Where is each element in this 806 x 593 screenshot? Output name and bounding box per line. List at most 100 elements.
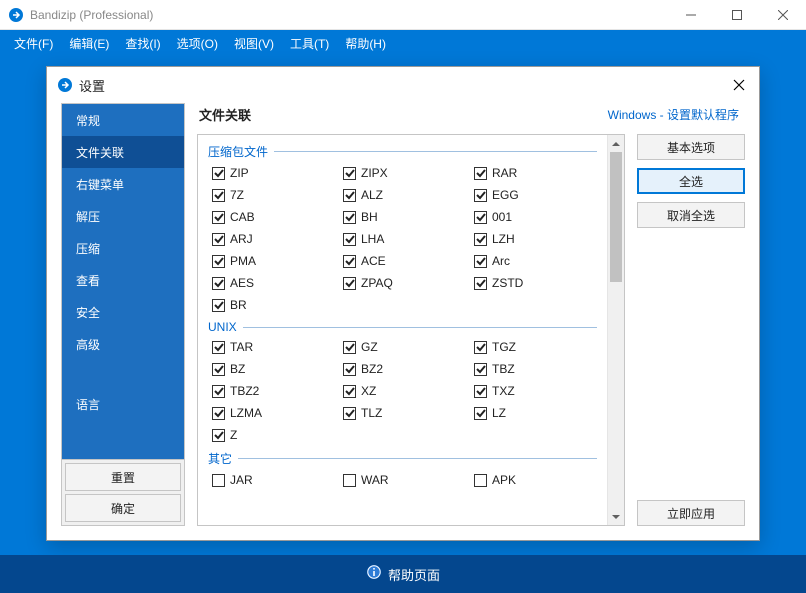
file-type-checkbox[interactable]: ARJ (212, 230, 335, 248)
checkbox-icon (212, 385, 225, 398)
menu-item[interactable]: 文件(F) (6, 31, 61, 56)
info-icon (366, 564, 382, 585)
checkbox-icon (212, 363, 225, 376)
file-type-checkbox[interactable]: BR (212, 296, 335, 314)
file-type-checkbox[interactable]: BZ (212, 360, 335, 378)
file-type-checkbox[interactable]: EGG (474, 186, 597, 204)
checkbox-label: ZPAQ (361, 276, 393, 290)
file-type-checkbox[interactable]: ZIPX (343, 164, 466, 182)
sidebar-item[interactable]: 文件关联 (62, 136, 184, 168)
scrollbar[interactable] (607, 135, 624, 525)
menu-item[interactable]: 查找(I) (117, 31, 168, 56)
group-label: 其它 (208, 450, 597, 467)
checkbox-icon (474, 167, 487, 180)
scroll-down-icon[interactable] (608, 508, 624, 525)
checkbox-icon (474, 189, 487, 202)
apply-now-button[interactable]: 立即应用 (637, 500, 745, 526)
ok-button[interactable]: 确定 (65, 494, 181, 522)
sidebar-item[interactable]: 压缩 (62, 232, 184, 264)
file-type-checkbox[interactable]: 7Z (212, 186, 335, 204)
checkbox-label: BH (361, 210, 378, 224)
file-type-checkbox[interactable]: PMA (212, 252, 335, 270)
checkbox-icon (474, 407, 487, 420)
file-type-checkbox[interactable]: AES (212, 274, 335, 292)
checkbox-icon (212, 341, 225, 354)
deselect-all-button[interactable]: 取消全选 (637, 202, 745, 228)
checkbox-icon (343, 363, 356, 376)
sidebar-item[interactable]: 右键菜单 (62, 168, 184, 200)
checkbox-icon (212, 299, 225, 312)
checkbox-icon (343, 341, 356, 354)
file-type-checkbox[interactable]: JAR (212, 471, 335, 489)
checkbox-icon (212, 167, 225, 180)
checkbox-icon (212, 429, 225, 442)
menu-item[interactable]: 编辑(E) (61, 31, 117, 56)
checkbox-label: ALZ (361, 188, 383, 202)
dialog-close-button[interactable] (729, 75, 749, 95)
file-type-checkbox[interactable]: XZ (343, 382, 466, 400)
file-type-checkbox[interactable]: ACE (343, 252, 466, 270)
file-type-checkbox[interactable]: TAR (212, 338, 335, 356)
checkbox-icon (474, 363, 487, 376)
menu-item[interactable]: 帮助(H) (337, 31, 394, 56)
scroll-thumb[interactable] (610, 152, 622, 282)
file-type-checkbox[interactable]: Z (212, 426, 335, 444)
checkbox-label: LHA (361, 232, 384, 246)
file-type-checkbox[interactable]: CAB (212, 208, 335, 226)
basic-options-button[interactable]: 基本选项 (637, 134, 745, 160)
file-type-checkbox[interactable]: Arc (474, 252, 597, 270)
file-type-checkbox[interactable]: LZMA (212, 404, 335, 422)
reset-button[interactable]: 重置 (65, 463, 181, 491)
file-type-checkbox[interactable]: 001 (474, 208, 597, 226)
sidebar-item[interactable]: 解压 (62, 200, 184, 232)
close-window-button[interactable] (760, 0, 806, 30)
select-all-button[interactable]: 全选 (637, 168, 745, 194)
scroll-up-icon[interactable] (608, 135, 624, 152)
checkbox-label: XZ (361, 384, 376, 398)
checkbox-label: APK (492, 473, 516, 487)
window-title: Bandizip (Professional) (30, 8, 153, 22)
menu-item[interactable]: 视图(V) (226, 31, 282, 56)
sidebar-item[interactable]: 查看 (62, 264, 184, 296)
sidebar-item[interactable]: 高级 (62, 328, 184, 360)
checkbox-label: PMA (230, 254, 256, 268)
file-type-checkbox[interactable]: TBZ (474, 360, 597, 378)
checkbox-icon (474, 277, 487, 290)
settings-sidebar: 常规文件关联右键菜单解压压缩查看安全高级语言 重置 确定 (61, 103, 185, 526)
checkbox-icon (212, 277, 225, 290)
file-type-checkbox[interactable]: WAR (343, 471, 466, 489)
sidebar-item[interactable]: 语言 (62, 388, 184, 420)
checkbox-label: EGG (492, 188, 519, 202)
checkbox-label: TAR (230, 340, 253, 354)
file-type-checkbox[interactable]: LZH (474, 230, 597, 248)
file-type-checkbox[interactable]: RAR (474, 164, 597, 182)
file-type-checkbox[interactable]: LZ (474, 404, 597, 422)
maximize-button[interactable] (714, 0, 760, 30)
sidebar-bottom: 重置 确定 (62, 459, 184, 525)
file-type-checkbox[interactable]: BZ2 (343, 360, 466, 378)
default-programs-link[interactable]: Windows - 设置默认程序 (608, 106, 739, 123)
file-type-checkbox[interactable]: ZSTD (474, 274, 597, 292)
menu-item[interactable]: 工具(T) (282, 31, 337, 56)
file-type-checkbox[interactable]: TLZ (343, 404, 466, 422)
file-type-checkbox[interactable]: LHA (343, 230, 466, 248)
file-type-checkbox[interactable]: ZIP (212, 164, 335, 182)
file-type-checkbox[interactable]: BH (343, 208, 466, 226)
file-type-checkbox[interactable]: ALZ (343, 186, 466, 204)
file-type-checkbox[interactable]: GZ (343, 338, 466, 356)
checkbox-label: BZ2 (361, 362, 383, 376)
file-type-checkbox[interactable]: ZPAQ (343, 274, 466, 292)
checkbox-icon (474, 211, 487, 224)
menu-item[interactable]: 选项(O) (169, 31, 226, 56)
file-type-checkbox[interactable]: APK (474, 471, 597, 489)
help-footer[interactable]: 帮助页面 (0, 555, 806, 593)
sidebar-item[interactable]: 常规 (62, 104, 184, 136)
sidebar-item[interactable]: 安全 (62, 296, 184, 328)
file-type-checkbox[interactable]: TGZ (474, 338, 597, 356)
checkbox-label: TGZ (492, 340, 516, 354)
checkbox-icon (343, 211, 356, 224)
minimize-button[interactable] (668, 0, 714, 30)
file-type-checkbox[interactable]: TBZ2 (212, 382, 335, 400)
file-type-checkbox[interactable]: TXZ (474, 382, 597, 400)
menubar: 文件(F)编辑(E)查找(I)选项(O)视图(V)工具(T)帮助(H) (0, 30, 806, 56)
